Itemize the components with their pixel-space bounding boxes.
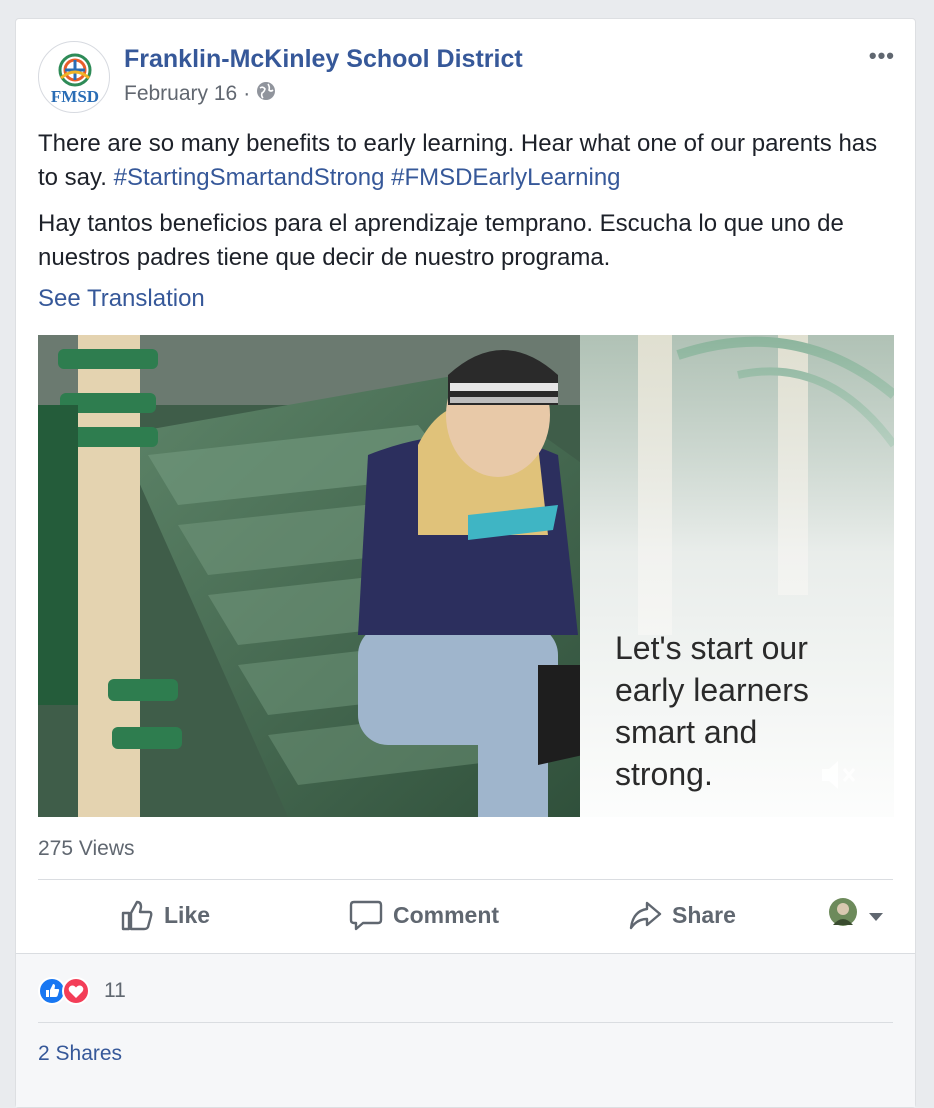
hashtag-fmsd-early-learning[interactable]: #FMSDEarlyLearning — [391, 164, 620, 191]
view-count: 275 Views — [38, 837, 135, 860]
footer-divider — [38, 1022, 893, 1023]
meta-separator: · — [243, 82, 251, 105]
page-avatar[interactable]: FMSD — [38, 41, 110, 113]
video-frame: Let's start our early learners smart and… — [38, 335, 894, 817]
like-button[interactable]: Like — [120, 881, 210, 949]
post-meta: February 16 · — [124, 81, 276, 107]
react-as-selector[interactable] — [828, 881, 884, 949]
share-label: Share — [672, 901, 736, 928]
shares-count-link[interactable]: 2 Shares — [38, 1042, 122, 1066]
page-name-link[interactable]: Franklin-McKinley School District — [124, 45, 523, 74]
post-actions-bar: Like Comment Share — [38, 881, 893, 949]
reaction-icons — [38, 977, 90, 1005]
video-caption-line-2: early learners — [615, 672, 809, 708]
like-label: Like — [164, 901, 211, 928]
more-options-icon[interactable]: ••• — [869, 43, 895, 69]
video-caption-line-3: smart and — [615, 714, 757, 750]
chevron-down-icon — [868, 902, 884, 929]
post-footer: 11 2 Shares — [16, 953, 915, 1107]
speaker-muted-icon[interactable] — [818, 755, 862, 795]
reaction-count: 11 — [104, 979, 126, 1002]
avatar-logo-text: FMSD — [51, 87, 99, 106]
post-header: FMSD Franklin-McKinley School District F… — [38, 41, 895, 113]
video-caption-line-4: strong. — [615, 756, 713, 792]
comment-button[interactable]: Comment — [349, 881, 499, 949]
share-button[interactable]: Share — [628, 881, 736, 949]
comment-label: Comment — [393, 901, 500, 928]
post-text-spanish: Hay tantos beneficios para el aprendizaj… — [38, 210, 844, 271]
video-player[interactable]: Let's start our early learners smart and… — [38, 335, 894, 817]
video-caption-line-1: Let's start our — [615, 630, 808, 666]
post-text-english: There are so many benefits to early lear… — [38, 127, 895, 195]
see-translation-link[interactable]: See Translation — [38, 285, 205, 313]
thumbs-up-icon — [121, 900, 153, 931]
hashtag-starting-smart[interactable]: #StartingSmartandStrong — [114, 164, 385, 191]
user-avatar — [828, 897, 858, 933]
fmsd-logo-icon: FMSD — [51, 53, 99, 106]
post-card: FMSD Franklin-McKinley School District F… — [15, 18, 916, 1108]
share-arrow-icon — [629, 901, 662, 930]
comment-bubble-icon — [349, 900, 383, 931]
globe-icon — [256, 81, 276, 107]
post-date[interactable]: February 16 — [124, 82, 237, 106]
actions-top-divider — [38, 879, 893, 880]
reactions-summary[interactable]: 11 — [38, 976, 126, 1006]
